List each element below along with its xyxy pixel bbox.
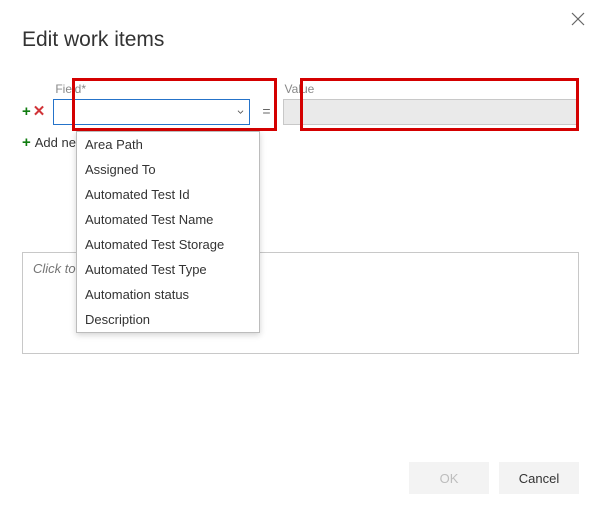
value-group: Value	[283, 82, 579, 125]
add-row-icon[interactable]: +	[22, 104, 31, 125]
field-dropdown[interactable]: Area PathAssigned ToAutomated Test IdAut…	[76, 131, 260, 333]
field-combobox[interactable]	[53, 99, 250, 125]
dropdown-option[interactable]: Automated Test Storage	[77, 232, 259, 257]
dropdown-option[interactable]: Automated Test Name	[77, 207, 259, 232]
cancel-button[interactable]: Cancel	[499, 462, 579, 494]
ok-button[interactable]: OK	[409, 462, 489, 494]
dropdown-option[interactable]: Assigned To	[77, 157, 259, 182]
dropdown-option[interactable]: Automation status	[77, 282, 259, 307]
value-label: Value	[283, 82, 579, 96]
dropdown-option[interactable]: Automated Test Type	[77, 257, 259, 282]
field-input[interactable]	[60, 105, 236, 120]
dropdown-option[interactable]: Area Path	[77, 132, 259, 157]
dialog-title: Edit work items	[22, 28, 164, 52]
equals-label: =	[250, 103, 282, 125]
close-icon[interactable]	[571, 12, 585, 26]
dropdown-option[interactable]: Description	[77, 307, 259, 332]
field-label: Field*	[53, 82, 250, 96]
remove-row-icon[interactable]: ✕	[33, 104, 46, 125]
field-group: Field*	[53, 82, 250, 125]
field-row: + ✕ Field* = Value	[22, 82, 579, 125]
chevron-down-icon[interactable]	[236, 105, 245, 119]
plus-icon: +	[22, 134, 31, 151]
dialog-footer: OK Cancel	[409, 462, 579, 494]
dropdown-option[interactable]: Automated Test Id	[77, 182, 259, 207]
value-input[interactable]	[284, 100, 578, 124]
